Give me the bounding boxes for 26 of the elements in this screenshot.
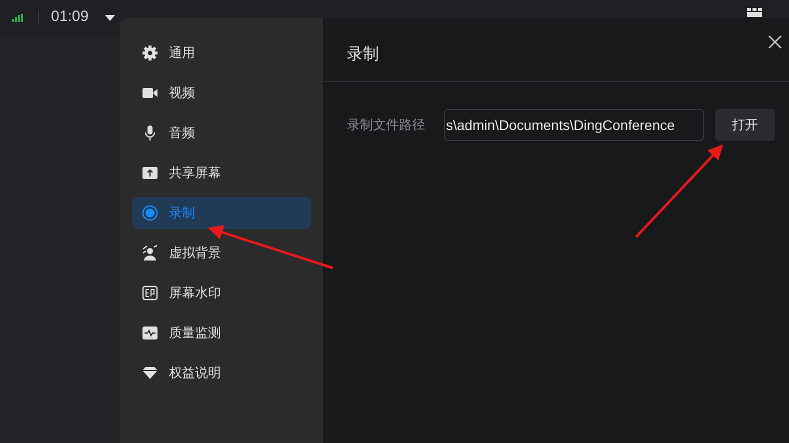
dropdown-caret-icon[interactable] — [104, 14, 115, 20]
gear-icon — [142, 45, 158, 61]
diamond-icon — [142, 365, 158, 381]
path-label: 录制文件路径 — [347, 116, 426, 134]
share-screen-icon — [142, 165, 158, 181]
section-title: 录制 — [347, 44, 379, 65]
close-icon[interactable] — [768, 35, 782, 49]
sidebar-item[interactable]: 质量监测 — [132, 317, 311, 349]
sidebar-item[interactable]: 屏幕水印 — [132, 277, 311, 309]
watermark-icon — [142, 285, 158, 301]
call-timer: 01:09 — [51, 7, 89, 28]
video-camera-icon — [142, 85, 158, 101]
path-field[interactable]: s\admin\Documents\DingConference — [444, 109, 704, 141]
sidebar-item[interactable]: 共享屏幕 — [132, 157, 311, 189]
open-button[interactable]: 打开 — [715, 109, 775, 141]
microphone-icon — [142, 125, 158, 141]
sidebar-item[interactable]: 通用 — [132, 37, 311, 69]
sidebar-item[interactable]: 音频 — [132, 117, 311, 149]
pulse-icon — [142, 325, 158, 341]
signal-icon — [12, 14, 23, 22]
record-icon — [142, 205, 158, 221]
virtual-background-icon — [142, 245, 158, 261]
sidebar-item[interactable]: 虚拟背景 — [132, 237, 311, 269]
sidebar-item[interactable]: 权益说明 — [132, 357, 311, 389]
sidebar-item[interactable]: 视频 — [132, 77, 311, 109]
grid-icon[interactable] — [747, 8, 762, 17]
